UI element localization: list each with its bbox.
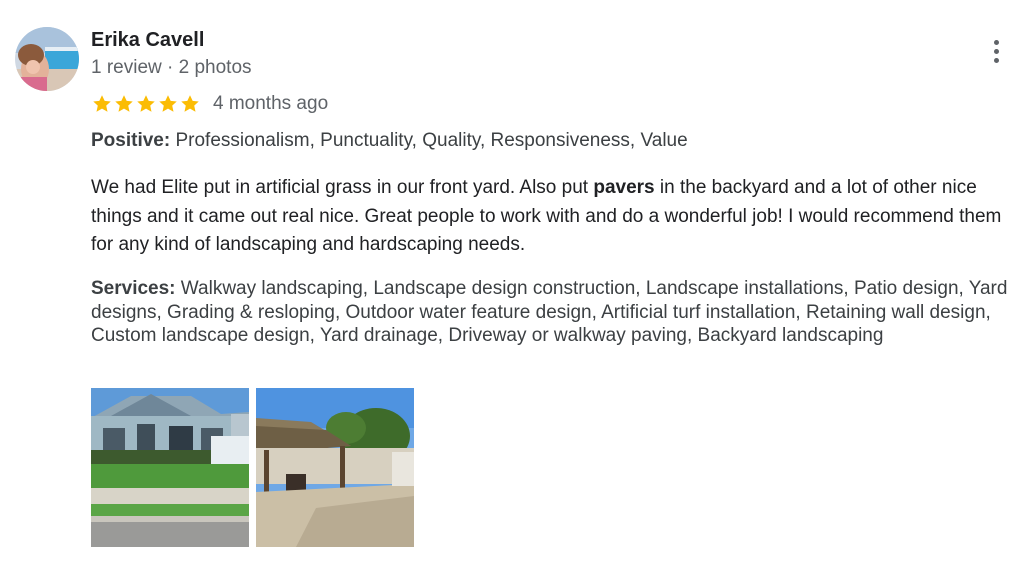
star-icon bbox=[137, 95, 155, 112]
review-text-before: We had Elite put in artificial grass in … bbox=[91, 177, 594, 198]
positive-text: Professionalism, Punctuality, Quality, R… bbox=[175, 130, 688, 151]
avatar[interactable] bbox=[15, 27, 79, 91]
star-icon bbox=[181, 95, 199, 112]
services-list: Services: Walkway landscaping, Landscape… bbox=[91, 277, 1016, 348]
services-text: Walkway landscaping, Landscape design co… bbox=[91, 278, 1008, 346]
review-text-bold: pavers bbox=[593, 177, 655, 198]
review-text: We had Elite put in artificial grass in … bbox=[91, 174, 1016, 260]
review-time: 4 months ago bbox=[213, 93, 329, 114]
star-icon bbox=[93, 95, 111, 112]
positive-label: Positive: bbox=[91, 130, 171, 151]
star-icon bbox=[115, 95, 133, 112]
reviewer-meta: 1 review · 2 photos bbox=[91, 57, 252, 78]
review-photo-2[interactable] bbox=[256, 388, 414, 547]
rating-row: 4 months ago bbox=[91, 91, 328, 117]
profile-photo-icon bbox=[15, 27, 79, 91]
more-vertical-icon[interactable] bbox=[982, 34, 1010, 68]
positive-attributes: Positive: Professionalism, Punctuality, … bbox=[91, 129, 1011, 153]
backyard-patio-pergola-photo bbox=[256, 388, 414, 547]
star-rating bbox=[91, 93, 201, 115]
review-photo-1[interactable] bbox=[91, 388, 249, 547]
front-yard-house-photo bbox=[91, 388, 249, 547]
review-photos bbox=[91, 388, 414, 547]
reviewer-name[interactable]: Erika Cavell bbox=[91, 28, 204, 52]
star-icon bbox=[159, 95, 177, 112]
services-label: Services: bbox=[91, 278, 176, 299]
